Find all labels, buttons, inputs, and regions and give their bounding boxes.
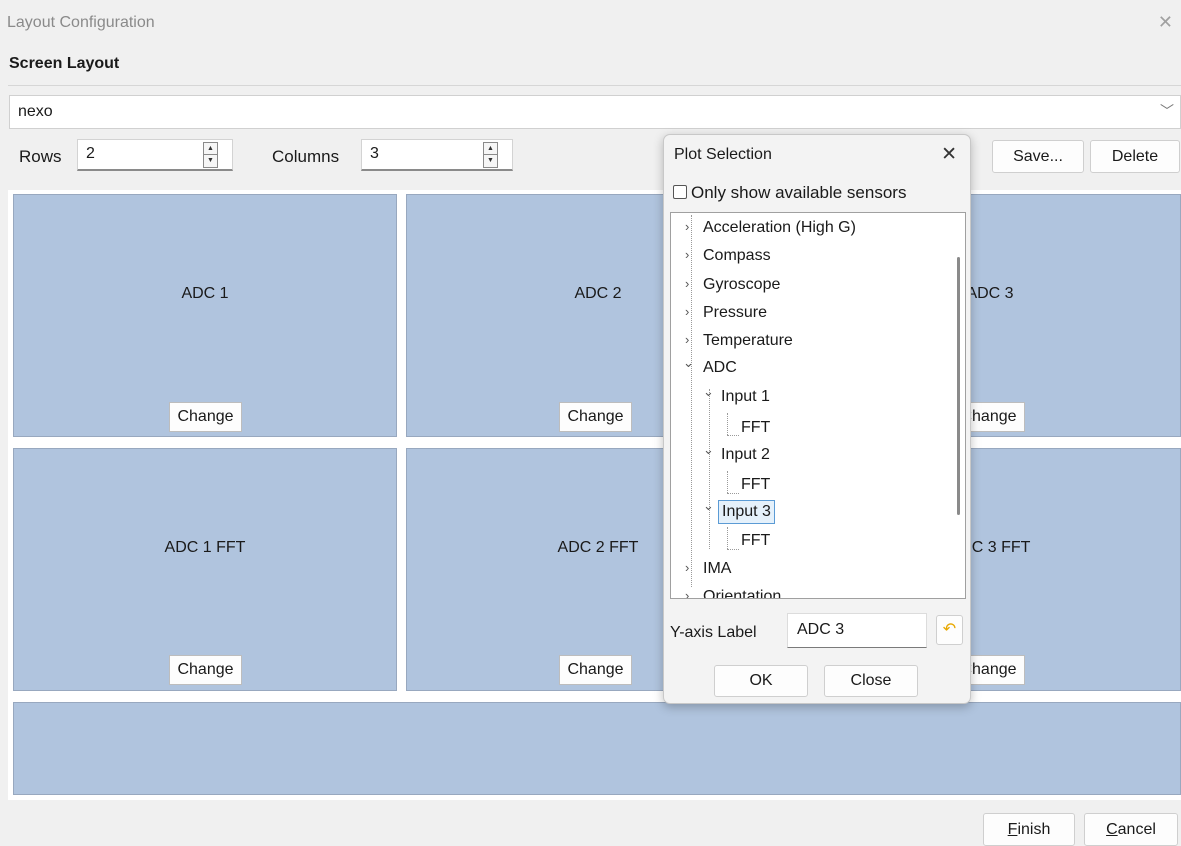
reset-icon[interactable]: ↶ — [936, 615, 963, 645]
tree-item-label: Input 3 — [718, 500, 775, 524]
columns-stepper[interactable]: 3 ▲ ▼ — [361, 139, 513, 171]
tree-item-label: Pressure — [703, 304, 768, 321]
sensor-tree[interactable]: › Acceleration (High G) › Compass › Gyro… — [670, 212, 966, 599]
cancel-label-rest: ancel — [1117, 821, 1156, 838]
tree-item-label: Compass — [703, 247, 771, 264]
tree-item-label: Orientation — [703, 588, 782, 599]
columns-label: Columns — [272, 147, 340, 166]
tree-item-label: Input 1 — [721, 388, 770, 405]
rows-value: 2 — [86, 145, 95, 162]
columns-value: 3 — [370, 145, 379, 162]
y-axis-label: Y-axis Label — [670, 624, 757, 641]
chevron-down-icon[interactable]: ⌄ — [703, 384, 714, 400]
change-button[interactable]: Change — [169, 655, 242, 685]
tree-guide — [727, 471, 728, 493]
y-axis-input[interactable]: ADC 3 — [787, 613, 927, 648]
tree-item-label: ADC — [703, 359, 737, 376]
change-button[interactable]: Change — [559, 402, 632, 432]
delete-button[interactable]: Delete — [1090, 140, 1180, 173]
chevron-down-icon[interactable]: ⌄ — [703, 442, 714, 458]
only-available-label[interactable]: Only show available sensors — [691, 183, 906, 203]
chevron-right-icon[interactable]: › — [685, 276, 689, 291]
chevron-right-icon[interactable]: › — [685, 219, 689, 234]
chevron-right-icon[interactable]: › — [685, 560, 689, 575]
tree-item-label: Temperature — [703, 332, 793, 349]
tree-item-label: Gyroscope — [703, 276, 781, 293]
change-button[interactable]: Change — [169, 402, 242, 432]
dialog-title: Plot Selection — [674, 146, 772, 163]
close-icon[interactable]: ✕ — [941, 143, 957, 166]
tree-guide — [727, 527, 728, 549]
y-axis-input-value: ADC 3 — [797, 621, 845, 638]
tree-item-label: Acceleration (High G) — [703, 219, 856, 236]
change-button[interactable]: Change — [559, 655, 632, 685]
chevron-down-icon[interactable]: ⌄ — [703, 498, 714, 514]
rows-spin-buttons: ▲ ▼ — [203, 142, 218, 168]
window-title: Layout Configuration — [7, 14, 155, 31]
chevron-right-icon[interactable]: › — [685, 332, 689, 347]
tree-item-label: FFT — [741, 476, 771, 493]
layout-grid: ADC 1 Change ADC 2 Change ADC 3 Change A… — [8, 190, 1181, 800]
tree-guide — [727, 493, 739, 494]
tree-item-label: IMA — [703, 560, 732, 577]
tree-item-label: FFT — [741, 532, 771, 549]
close-button[interactable]: Close — [824, 665, 918, 697]
cancel-button[interactable]: Cancel — [1084, 813, 1178, 846]
footer: Finish Cancel — [0, 800, 1181, 846]
grid-cell[interactable]: ADC 1 FFT Change — [13, 448, 397, 691]
chevron-right-icon[interactable]: › — [685, 247, 689, 262]
tree-guide — [727, 435, 739, 436]
tree-guide — [727, 413, 728, 435]
cell-label: ADC 1 — [181, 285, 229, 302]
columns-spin-buttons: ▲ ▼ — [483, 142, 498, 168]
empty-row-area — [13, 702, 1181, 795]
spin-up-icon[interactable]: ▲ — [484, 143, 497, 155]
only-available-checkbox[interactable] — [673, 185, 687, 199]
tree-item-label: Input 2 — [721, 446, 770, 463]
chevron-down-icon[interactable]: ⌄ — [683, 355, 694, 371]
finish-button[interactable]: Finish — [983, 813, 1075, 846]
plot-selection-dialog: Plot Selection ✕ Only show available sen… — [663, 134, 971, 704]
rows-label: Rows — [19, 147, 62, 166]
finish-accel: F — [1007, 821, 1018, 838]
cancel-accel: C — [1106, 821, 1118, 838]
spin-down-icon[interactable]: ▼ — [484, 155, 497, 167]
title-bar: Layout Configuration ✕ — [0, 0, 1181, 46]
spin-down-icon[interactable]: ▼ — [204, 155, 217, 167]
tree-guide — [727, 549, 739, 550]
finish-label-rest: inish — [1017, 821, 1051, 838]
save-button[interactable]: Save... — [992, 140, 1084, 173]
section-title: Screen Layout — [9, 55, 120, 72]
rows-stepper[interactable]: 2 ▲ ▼ — [77, 139, 233, 171]
layout-select-value: nexo — [18, 103, 53, 120]
tree-guide — [709, 389, 710, 549]
grid-cell[interactable]: ADC 1 Change — [13, 194, 397, 437]
chevron-down-icon: ﹀ — [1160, 103, 1174, 119]
spin-up-icon[interactable]: ▲ — [204, 143, 217, 155]
divider — [8, 85, 1181, 86]
chevron-right-icon[interactable]: › — [685, 588, 689, 598]
chevron-right-icon[interactable]: › — [685, 304, 689, 319]
cell-label: ADC 1 FFT — [164, 539, 246, 556]
close-icon[interactable]: ✕ — [1158, 12, 1173, 33]
tree-item-label: FFT — [741, 419, 771, 436]
ok-button[interactable]: OK — [714, 665, 808, 697]
layout-select[interactable]: nexo ﹀ — [9, 95, 1181, 129]
tree-guide — [691, 215, 692, 587]
tree-scrollbar[interactable] — [957, 257, 960, 515]
